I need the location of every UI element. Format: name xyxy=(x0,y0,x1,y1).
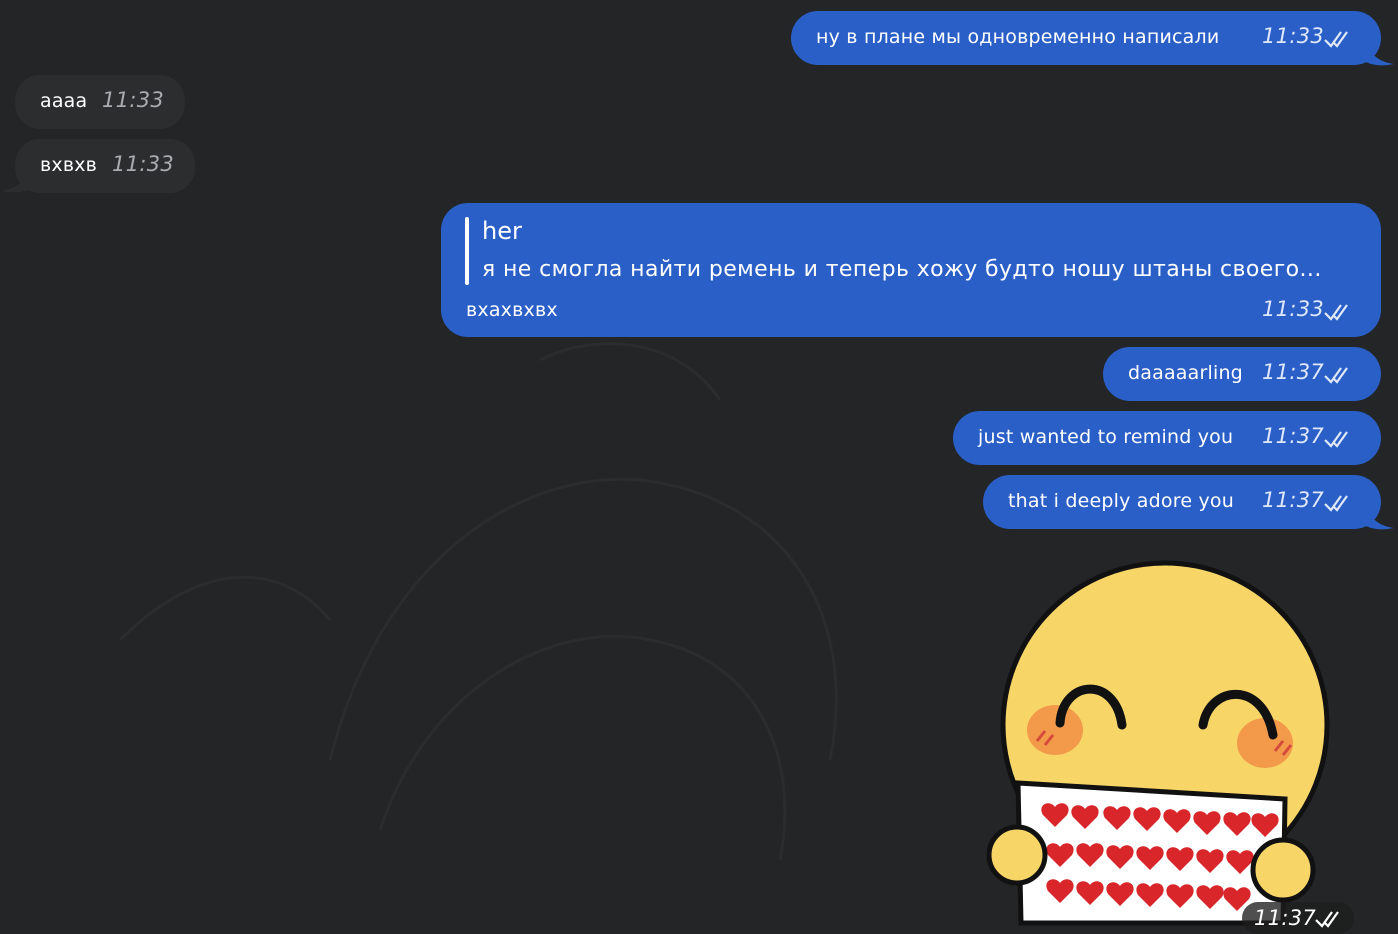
bubble-tail xyxy=(1366,508,1394,530)
message-time: 11:37 xyxy=(1254,906,1317,930)
double-check-icon xyxy=(1324,304,1348,321)
outgoing-message[interactable]: ну в плане мы одновременно написали 11:3… xyxy=(791,11,1381,65)
bubble-tail xyxy=(2,170,30,193)
double-check-icon xyxy=(1315,911,1339,928)
outgoing-message[interactable]: that i deeply adore you 11:37 xyxy=(983,475,1381,529)
incoming-message[interactable]: вхвхв 11:33 xyxy=(15,139,195,193)
bubble-tail xyxy=(1366,44,1394,66)
outgoing-message[interactable]: daaaaarling 11:37 xyxy=(1103,347,1381,401)
message-time: 11:37 xyxy=(1262,424,1325,448)
message-time: 11:33 xyxy=(1262,24,1325,48)
message-text: daaaaarling xyxy=(1128,362,1243,384)
reply-quoted-text[interactable]: я не смогла найти ремень и теперь хожу б… xyxy=(482,257,1322,282)
outgoing-reply-message[interactable]: her я не смогла найти ремень и теперь хо… xyxy=(441,203,1381,337)
message-text: ну в плане мы одновременно написали xyxy=(816,26,1220,48)
message-time: 11:37 xyxy=(1262,488,1325,512)
incoming-message[interactable]: аааа 11:33 xyxy=(15,75,185,129)
double-check-icon xyxy=(1324,31,1348,48)
double-check-icon xyxy=(1324,495,1348,512)
message-text: вхахвхвх xyxy=(466,299,558,321)
message-text: that i deeply adore you xyxy=(1008,490,1234,512)
reply-quote-bar xyxy=(465,217,469,285)
message-time: 11:33 xyxy=(102,88,165,112)
sticker-time-badge: 11:37 xyxy=(1242,902,1354,934)
message-time: 11:33 xyxy=(1262,297,1325,321)
message-text: вхвхв xyxy=(40,154,98,176)
double-check-icon xyxy=(1324,431,1348,448)
double-check-icon xyxy=(1324,367,1348,384)
message-text: аааа xyxy=(40,90,88,112)
message-time: 11:33 xyxy=(112,152,175,176)
message-time: 11:37 xyxy=(1262,360,1325,384)
message-text: just wanted to remind you xyxy=(978,426,1234,448)
sticker-image[interactable] xyxy=(985,555,1355,934)
reply-author[interactable]: her xyxy=(482,217,522,245)
outgoing-message[interactable]: just wanted to remind you 11:37 xyxy=(953,411,1381,465)
